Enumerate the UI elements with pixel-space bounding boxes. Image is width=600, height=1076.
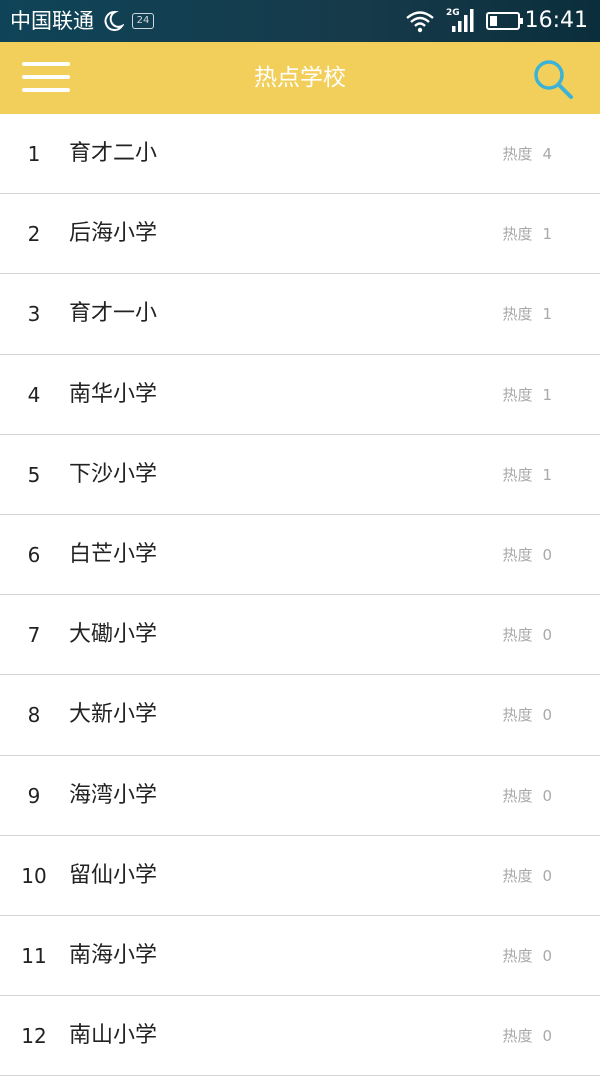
school-name: 海湾小学: [69, 782, 158, 808]
school-rank: 11: [21, 943, 47, 968]
school-rank: 6: [27, 542, 41, 567]
heat-label: 热度: [502, 626, 533, 645]
menu-icon-bar: [22, 62, 70, 66]
notification-badge: 24: [132, 13, 154, 29]
school-heat: 热度 1: [502, 435, 552, 515]
heat-label: 热度: [502, 706, 533, 725]
list-item[interactable]: 4 南华小学 热度 1: [0, 355, 600, 435]
school-list: 1 育才二小 热度 4 2 后海小学 热度 1 3 育才一小 热度 1 4 南华小学 热度 1 5 下沙小学 热度 1…: [0, 114, 600, 1076]
heat-value: 4: [542, 145, 552, 163]
wifi-icon: [406, 11, 434, 33]
signal-icon: 2G: [446, 8, 474, 32]
list-item[interactable]: 2 后海小学 热度 1: [0, 194, 600, 275]
heat-label: 热度: [502, 866, 533, 885]
page-title: 热点学校: [254, 65, 346, 91]
list-item[interactable]: 10 留仙小学 热度 0: [0, 836, 600, 916]
heat-value: 1: [542, 305, 552, 324]
school-rank: 2: [27, 222, 41, 247]
heat-label: 热度: [502, 225, 533, 244]
list-item[interactable]: 12 南山小学 热度 0: [0, 996, 600, 1076]
school-name: 留仙小学: [69, 862, 158, 888]
heat-value: 0: [542, 545, 552, 564]
school-rank: 12: [21, 1024, 47, 1049]
school-name: 后海小学: [69, 221, 158, 247]
school-heat: 热度 1: [502, 194, 552, 274]
school-heat: 热度 0: [502, 756, 552, 836]
heat-label: 热度: [502, 305, 533, 324]
list-item[interactable]: 11 南海小学 热度 0: [0, 916, 600, 997]
menu-button[interactable]: [22, 60, 72, 96]
school-rank: 4: [27, 382, 41, 407]
school-rank: 5: [27, 462, 41, 487]
school-name: 育才一小: [69, 301, 158, 327]
heat-label: 热度: [502, 145, 533, 163]
status-bar: 中国联通 24 2G 16:41: [0, 0, 600, 42]
search-button[interactable]: [530, 56, 576, 102]
heat-value: 0: [542, 866, 552, 885]
school-heat: 热度 1: [502, 355, 552, 435]
school-rank: 10: [21, 863, 47, 888]
carrier-name: 中国联通: [10, 9, 94, 33]
heat-label: 热度: [502, 786, 533, 805]
school-name: 南华小学: [69, 381, 158, 407]
list-item[interactable]: 5 下沙小学 热度 1: [0, 435, 600, 515]
heat-value: 1: [542, 385, 552, 404]
network-type-label: 2G: [446, 8, 460, 18]
list-item[interactable]: 6 白芒小学 热度 0: [0, 515, 600, 596]
school-heat: 热度 0: [502, 515, 552, 595]
menu-icon-bar: [22, 88, 70, 92]
moon-icon: [104, 10, 124, 31]
battery-icon: [486, 12, 523, 30]
school-rank: 1: [27, 142, 41, 166]
heat-label: 热度: [502, 385, 533, 404]
school-name: 下沙小学: [69, 461, 158, 487]
list-item[interactable]: 1 育才二小 热度 4: [0, 114, 600, 195]
heat-value: 1: [542, 225, 552, 244]
search-icon: [534, 60, 573, 99]
heat-value: 0: [542, 946, 552, 965]
heat-label: 热度: [502, 1027, 533, 1046]
heat-label: 热度: [502, 465, 533, 484]
heat-value: 0: [542, 626, 552, 645]
school-heat: 热度 0: [502, 675, 552, 755]
school-heat: 热度 0: [502, 916, 552, 996]
list-item[interactable]: 7 大磡小学 热度 0: [0, 595, 600, 676]
school-rank: 8: [27, 703, 41, 728]
school-heat: 热度 4: [502, 114, 552, 194]
list-item[interactable]: 9 海湾小学 热度 0: [0, 756, 600, 836]
school-rank: 7: [27, 623, 41, 648]
menu-icon-bar: [22, 75, 70, 79]
school-name: 育才二小: [69, 141, 158, 166]
school-rank: 3: [27, 302, 41, 327]
school-name: 大磡小学: [69, 622, 158, 648]
school-heat: 热度 1: [502, 274, 552, 354]
list-item[interactable]: 8 大新小学 热度 0: [0, 675, 600, 756]
heat-label: 热度: [502, 545, 533, 564]
school-name: 大新小学: [69, 702, 158, 728]
school-heat: 热度 0: [502, 836, 552, 916]
school-heat: 热度 0: [502, 996, 552, 1076]
school-heat: 热度 0: [502, 595, 552, 675]
school-name: 南山小学: [69, 1023, 158, 1049]
list-item[interactable]: 3 育才一小 热度 1: [0, 274, 600, 355]
heat-value: 0: [542, 706, 552, 725]
heat-value: 1: [542, 465, 552, 484]
heat-label: 热度: [502, 946, 533, 965]
status-clock: 16:41: [524, 8, 588, 33]
school-rank: 9: [27, 783, 41, 808]
school-name: 白芒小学: [69, 541, 158, 567]
app-bar: 热点学校: [0, 42, 600, 114]
heat-value: 0: [542, 786, 552, 805]
school-name: 南海小学: [69, 942, 158, 968]
heat-value: 0: [542, 1027, 552, 1046]
